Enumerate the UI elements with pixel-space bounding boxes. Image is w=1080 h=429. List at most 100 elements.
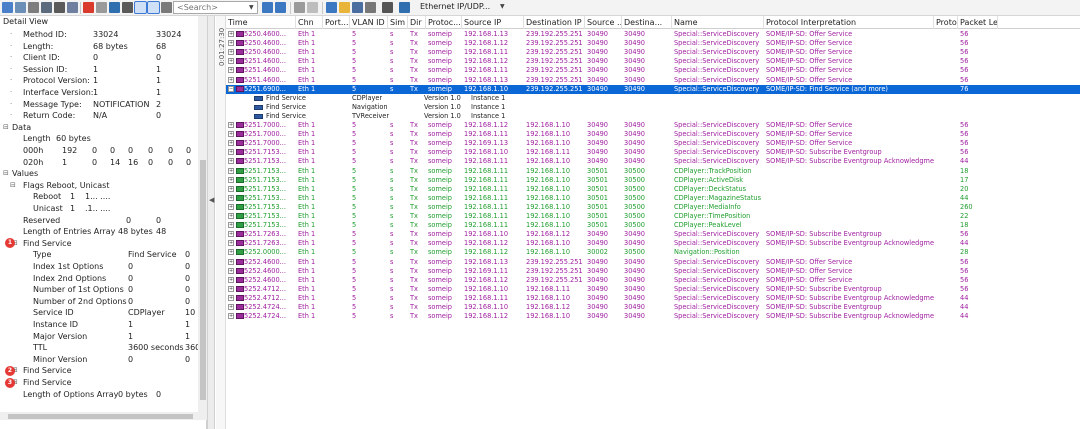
expand-icon[interactable]: + (228, 185, 234, 192)
print-icon[interactable] (28, 2, 39, 13)
column-header-packet-le[interactable]: Packet Le... (958, 16, 998, 29)
column-header-protoc[interactable]: Protoc... (426, 16, 462, 29)
trace-row[interactable]: +5251.7153... Eth 1 5 s Tx someip 192.168.1.11… (226, 167, 1080, 176)
expand-icon[interactable]: + (228, 176, 234, 183)
trace-row[interactable]: +5252.0000... Eth 1 5 s Tx someip 192.168.1.12… (226, 248, 1080, 257)
trace-row[interactable]: +5251.7153... Eth 1 5 s Tx someip 192.168.1.11… (226, 157, 1080, 166)
expand-icon[interactable]: + (228, 258, 234, 265)
expand-icon[interactable]: + (228, 131, 234, 138)
expand-icon[interactable]: + (228, 267, 234, 274)
trace-row[interactable]: +5250.4600... Eth 1 5 s Tx someip 192.168.1.13… (226, 30, 1080, 39)
column-header-vlan-id[interactable]: VLAN ID (350, 16, 388, 29)
detail-vertical-scroll-thumb[interactable] (200, 160, 206, 400)
collapse-icon[interactable]: ⊟ (3, 122, 9, 133)
trace-row[interactable]: +5252.4724... Eth 1 5 s Tx someip 192.168.1.12… (226, 312, 1080, 321)
expand-icon[interactable]: + (228, 240, 234, 247)
expand-icon[interactable]: + (228, 58, 234, 65)
close-icon[interactable] (83, 2, 94, 13)
trace-row[interactable]: +5252.4712... Eth 1 5 s Tx someip 192.168.1.11… (226, 294, 1080, 303)
column-header-protocol-interpretation[interactable]: Protocol Interpretation (764, 16, 934, 29)
copy-icon[interactable] (15, 2, 26, 13)
expand-icon[interactable]: + (228, 76, 234, 83)
expand-icon[interactable]: + (228, 158, 234, 165)
flags-row[interactable]: ⊟ Flags Reboot, Unicast (0, 180, 198, 191)
expand-icon[interactable]: + (228, 304, 234, 310)
network-icon[interactable] (399, 2, 410, 13)
values-section-row[interactable]: ⊟ Values (0, 168, 198, 179)
column-header-sim[interactable]: Sim (388, 16, 408, 29)
expand-icon[interactable]: + (228, 140, 234, 147)
trace-row[interactable]: +5251.7153... Eth 1 5 s Tx someip 192.168.1.10… (226, 148, 1080, 157)
find-next-icon[interactable] (275, 2, 286, 13)
pin-icon[interactable] (294, 2, 305, 13)
expand-icon[interactable]: + (228, 203, 234, 210)
options-icon[interactable] (67, 2, 78, 13)
trace-row[interactable]: +5251.7153... Eth 1 5 s Tx someip 192.168.1.11… (226, 203, 1080, 212)
expand-icon[interactable]: + (228, 222, 234, 229)
trace-row[interactable]: +5250.4600... Eth 1 5 s Tx someip 192.168.1.11… (226, 48, 1080, 57)
trace-row[interactable]: +5251.7000... Eth 1 5 s Tx someip 192.168.1.12… (226, 121, 1080, 130)
trace-row[interactable]: +5252.4600... Eth 1 5 s Tx someip 192.168.1.12… (226, 276, 1080, 285)
column-header-port[interactable]: Port... (323, 16, 350, 29)
autoscroll-icon[interactable] (147, 1, 160, 14)
protocol-filter-select[interactable]: Ethernet IP/UDP... (420, 2, 490, 11)
font-icon[interactable] (382, 2, 393, 13)
lines-icon[interactable] (365, 2, 376, 13)
trace-row[interactable]: +5251.7000... Eth 1 5 s Tx someip 192.168.1.11… (226, 130, 1080, 139)
trace-row[interactable]: +5251.7153... Eth 1 5 s Tx someip 192.168.1.11… (226, 194, 1080, 203)
expand-icon[interactable]: + (228, 40, 234, 47)
delta-icon[interactable] (122, 2, 133, 13)
detail-icon[interactable] (109, 2, 120, 13)
expand-icon[interactable]: + (228, 276, 234, 283)
trace-row[interactable]: +5252.4712... Eth 1 5 s Tx someip 192.168.1.10… (226, 285, 1080, 294)
collapse-icon[interactable]: ⊟ (3, 168, 9, 179)
align-icon[interactable] (96, 2, 107, 13)
trace-row[interactable]: +5251.7153... Eth 1 5 s Tx someip 192.168.1.11… (226, 221, 1080, 230)
chevron-down-icon[interactable]: ▼ (500, 3, 505, 10)
chevron-down-icon[interactable] (161, 2, 172, 13)
expand-icon[interactable]: + (228, 49, 234, 56)
expand-icon[interactable]: + (228, 231, 234, 238)
column-header-source[interactable]: Source ... (585, 16, 622, 29)
columns-icon[interactable] (326, 2, 337, 13)
find-service-entry-1[interactable]: ⊟Find Service (0, 238, 198, 249)
trace-row[interactable]: +5251.7153... Eth 1 5 s Tx someip 192.168.1.11… (226, 212, 1080, 221)
expand-icon[interactable]: + (228, 249, 234, 256)
search-input[interactable] (173, 1, 258, 14)
column-header-proto[interactable]: Proto... (934, 16, 958, 29)
column-header-source-ip[interactable]: Source IP (462, 16, 524, 29)
column-header-dir[interactable]: Dir (408, 16, 426, 29)
trace-row[interactable]: +5250.4600... Eth 1 5 s Tx someip 192.168.1.12… (226, 39, 1080, 48)
expand-icon[interactable]: + (228, 285, 234, 292)
trace-row[interactable]: +5251.7263... Eth 1 5 s Tx someip 192.168.1.10… (226, 230, 1080, 239)
pane-splitter[interactable] (207, 16, 215, 429)
collapse-icon[interactable]: − (228, 85, 234, 92)
find-service-entry-2[interactable]: ⊞Find Service (0, 365, 198, 376)
splitter-grip-icon[interactable]: ◀ (209, 196, 214, 204)
expand-icon[interactable]: + (228, 294, 234, 301)
trace-row[interactable]: +5252.4724... Eth 1 5 s Tx someip 192.168.1.10… (226, 303, 1080, 312)
filter-icon[interactable] (2, 2, 13, 13)
toggle-view-icon[interactable] (134, 1, 147, 14)
detail-horizontal-scroll-thumb[interactable] (8, 414, 193, 419)
trace-row[interactable]: +5251.7153... Eth 1 5 s Tx someip 192.168.1.11… (226, 176, 1080, 185)
trace-row[interactable]: +5251.7000... Eth 1 5 s Tx someip 192.169.1.13… (226, 139, 1080, 148)
save-icon[interactable] (41, 2, 52, 13)
trace-row[interactable]: +5251.4600... Eth 1 5 s Tx someip 192.168.1.13… (226, 76, 1080, 85)
expand-icon[interactable]: + (228, 167, 234, 174)
expand-icon[interactable]: + (228, 313, 234, 320)
expand-icon[interactable]: + (228, 213, 234, 219)
trace-row[interactable]: +5251.7263... Eth 1 5 s Tx someip 192.168.1.12… (226, 239, 1080, 248)
trace-row[interactable]: +5252.4600... Eth 1 5 s Tx someip 192.169.1.11… (226, 267, 1080, 276)
column-header-chn[interactable]: Chn (296, 16, 323, 29)
find-previous-icon[interactable] (262, 2, 273, 13)
find-service-entry-3[interactable]: ⊞Find Service (0, 377, 198, 388)
trace-row[interactable]: +5252.4600... Eth 1 5 s Tx someip 192.168.1.13… (226, 258, 1080, 267)
collapse-icon[interactable]: ⊟ (10, 180, 16, 191)
column-header-destination-ip[interactable]: Destination IP (524, 16, 585, 29)
highlight-icon[interactable] (307, 2, 318, 13)
trace-row[interactable]: +5251.4600... Eth 1 5 s Tx someip 192.168.1.12… (226, 57, 1080, 66)
search-dropdown-icon[interactable]: ▼ (249, 4, 254, 11)
column-header-destina[interactable]: Destina... (622, 16, 672, 29)
expand-icon[interactable]: + (228, 149, 234, 156)
